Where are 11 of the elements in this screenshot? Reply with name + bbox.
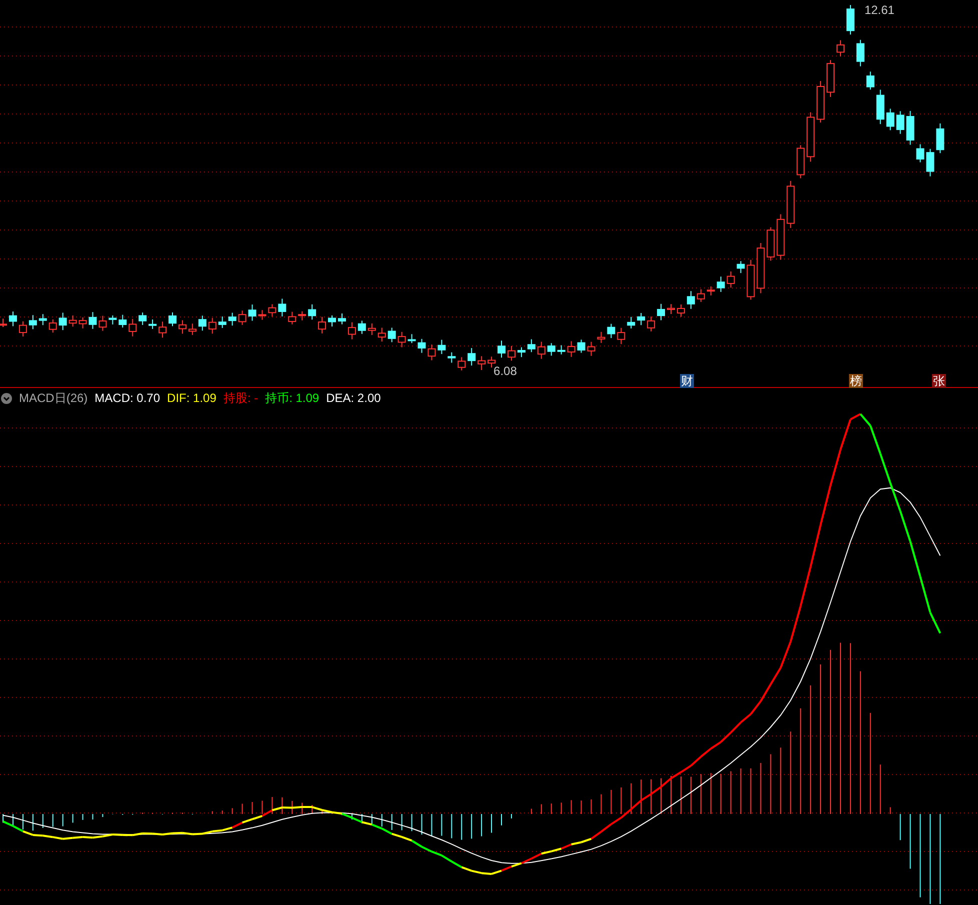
event-tag[interactable]: 财: [680, 374, 694, 388]
event-tag[interactable]: 榜: [849, 374, 863, 388]
indicator-value: 持股: -: [223, 390, 258, 407]
high-price-label: 12.61: [864, 3, 894, 17]
indicator-value: DIF: 1.09: [167, 390, 216, 407]
low-price-label: 6.08: [494, 364, 517, 378]
indicator-value: 持币: 1.09: [265, 390, 320, 407]
indicator-value: DEA: 2.00: [326, 390, 381, 407]
indicator-name: MACD日(26): [19, 390, 88, 407]
event-tag[interactable]: 张: [932, 374, 946, 388]
indicator-value: MACD: 0.70: [94, 390, 160, 407]
